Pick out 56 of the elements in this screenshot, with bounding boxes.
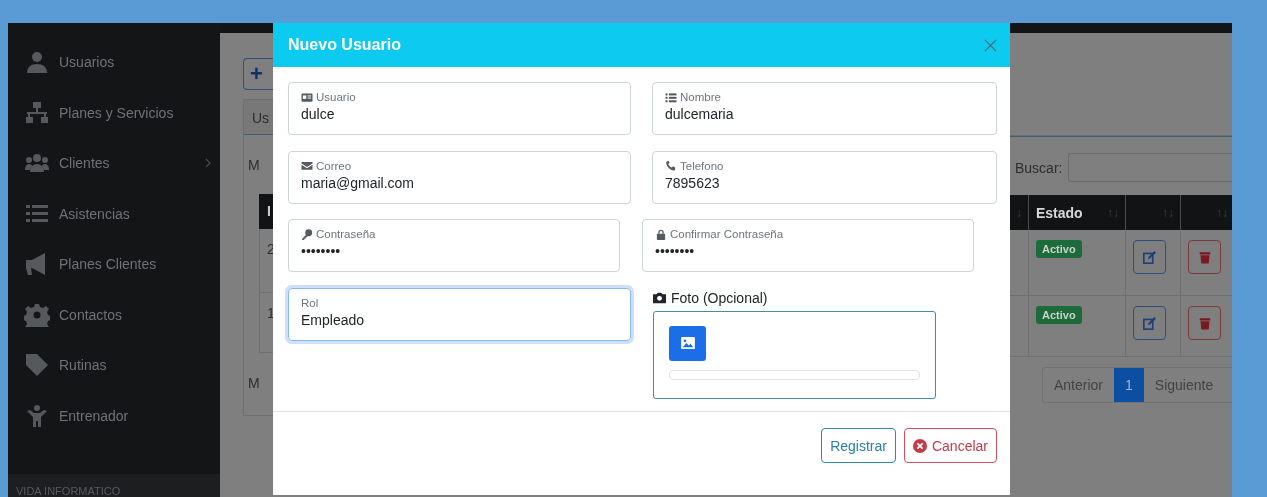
- input-field[interactable]: Usuario dulce: [288, 82, 631, 135]
- pagination-button[interactable]: 1: [1114, 368, 1144, 402]
- input-field[interactable]: Correo maria@gmail.com: [288, 150, 631, 204]
- tag-icon: [24, 353, 50, 378]
- search-label: Buscar:: [1015, 159, 1063, 176]
- close-circle-icon: [912, 438, 927, 453]
- sidebar-item[interactable]: Planes Clientes: [8, 239, 220, 290]
- edit-button[interactable]: [1133, 240, 1166, 274]
- list-icon: [665, 91, 677, 103]
- sidebar-item[interactable]: Asistencias: [8, 188, 220, 239]
- key-icon: [301, 228, 313, 240]
- register-button[interactable]: Registrar: [821, 428, 896, 463]
- sidebar-footer: VIDA INFORMATICO: [8, 474, 220, 497]
- phone-icon: [665, 160, 677, 171]
- camera-icon: [653, 291, 666, 304]
- delete-button[interactable]: [1188, 240, 1221, 274]
- trash-icon: [1198, 250, 1211, 264]
- network-icon: [24, 100, 50, 125]
- sidebar-item[interactable]: Planes y Servicios: [8, 87, 220, 138]
- gear-icon: [24, 302, 50, 327]
- sidebar-item[interactable]: Usuarios: [8, 37, 220, 88]
- tab[interactable]: Us: [243, 99, 273, 135]
- table-header-cell[interactable]: Estado ↑↓: [1028, 195, 1125, 230]
- delete-button[interactable]: [1188, 306, 1221, 340]
- input-field[interactable]: Rol Empleado: [288, 287, 631, 341]
- edit-button[interactable]: [1133, 306, 1166, 340]
- pagination-button[interactable]: Siguiente: [1143, 368, 1225, 402]
- user-icon: [24, 50, 50, 75]
- sidebar-item[interactable]: Entrenador: [8, 390, 220, 441]
- input-field[interactable]: Telefono 7895623: [652, 150, 997, 204]
- modal-title: Nuevo Usuario: [288, 36, 401, 54]
- input-field[interactable]: Contraseña ••••••••: [288, 219, 620, 272]
- sidebar-item[interactable]: Contactos: [8, 289, 220, 340]
- sidebar-item[interactable]: Rutinas: [8, 340, 220, 391]
- input-field[interactable]: Nombre dulcemaria: [652, 82, 997, 135]
- add-button[interactable]: +: [243, 58, 273, 90]
- lock-icon: [655, 228, 667, 240]
- search-field[interactable]: [1068, 153, 1232, 182]
- id-card-icon: [301, 91, 313, 103]
- status-badge: Activo: [1036, 306, 1082, 324]
- input-field[interactable]: Confirmar Contraseña ••••••••: [642, 219, 974, 272]
- edit-icon: [1143, 316, 1156, 330]
- image-icon: [680, 337, 695, 349]
- status-badge: Activo: [1036, 240, 1082, 258]
- length-label: M: [248, 157, 260, 173]
- upload-area[interactable]: [653, 310, 936, 399]
- close-icon[interactable]: [983, 37, 998, 53]
- photo-label: Foto (Opcional): [653, 289, 768, 306]
- envelope-icon: [301, 160, 313, 171]
- pagination-button[interactable]: Anterior: [1043, 368, 1115, 402]
- edit-icon: [1143, 250, 1156, 264]
- cancel-button[interactable]: Cancelar: [903, 428, 997, 463]
- sidebar-item[interactable]: Clientes: [8, 138, 220, 189]
- image-upload-button[interactable]: [669, 325, 706, 361]
- trash-icon: [1198, 316, 1211, 330]
- info-label: M: [248, 375, 260, 391]
